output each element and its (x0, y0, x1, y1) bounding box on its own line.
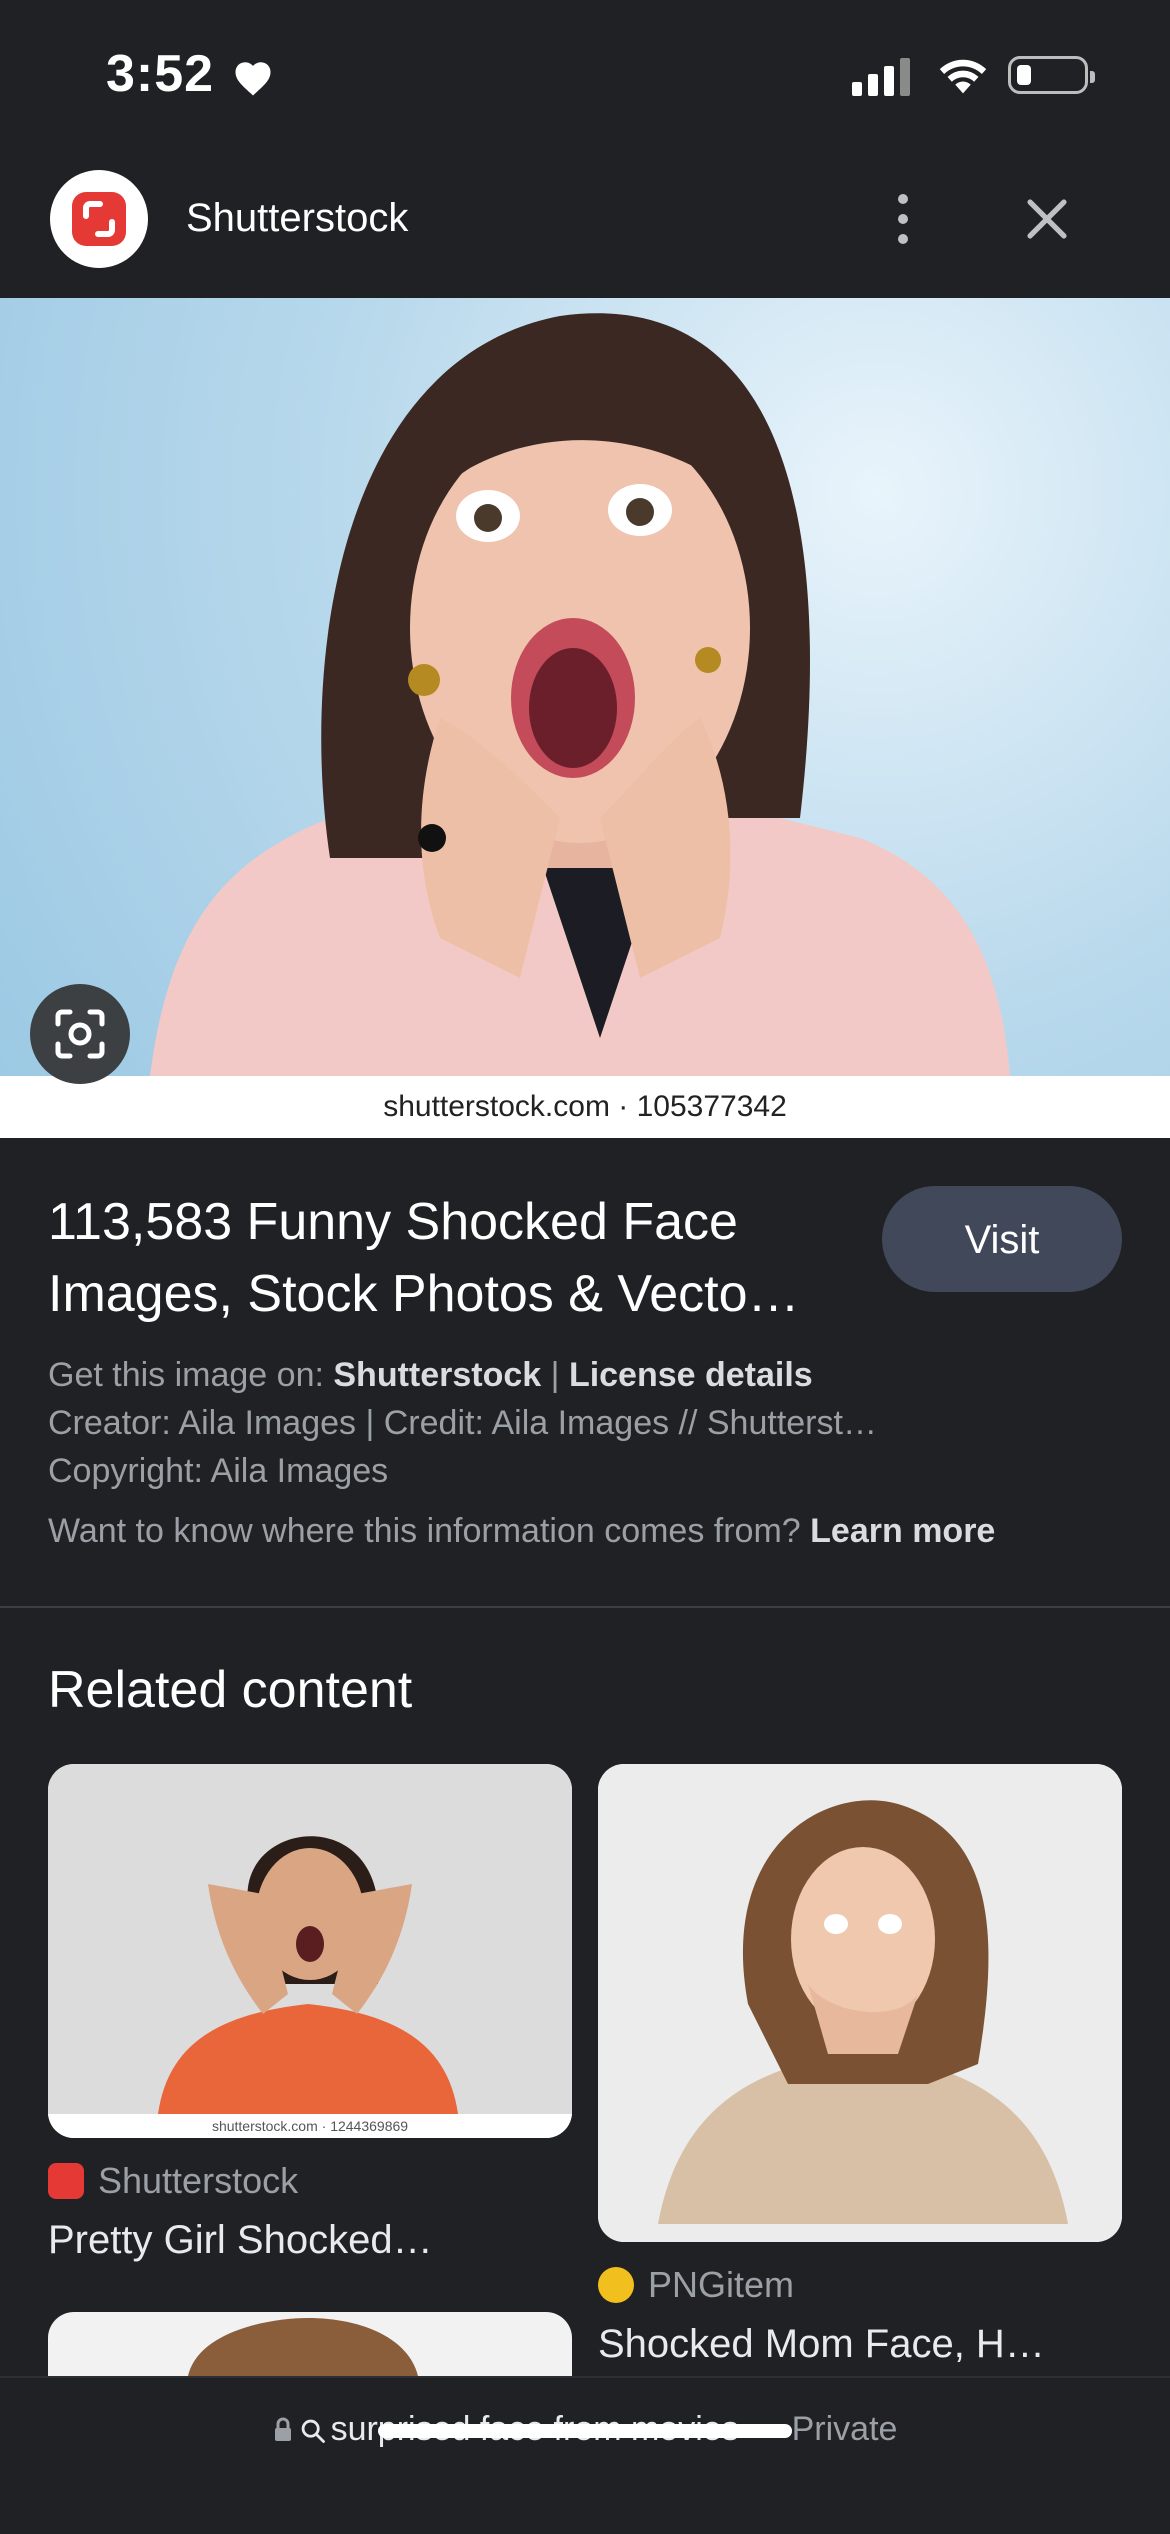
related-content-heading: Related content (48, 1661, 413, 1719)
wifi-icon (939, 59, 987, 94)
creator-line: Creator: Aila Images | Credit: Aila Imag… (48, 1404, 877, 1442)
license-details-link[interactable]: License details (569, 1356, 813, 1394)
related-source-1-label: Shutterstock (98, 2160, 299, 2201)
related-image-3[interactable] (48, 2312, 572, 2376)
separator: | (541, 1356, 569, 1394)
related-image-1-watermark: shutterstock.com · 1244369869 (211, 2118, 409, 2134)
learn-more-link[interactable]: Learn more (810, 1512, 995, 1550)
site-name: Shutterstock (186, 196, 409, 240)
lock-icon (274, 2417, 291, 2441)
visit-button[interactable]: Visit (882, 1186, 1122, 1292)
info-source-line: Want to know where this information come… (48, 1512, 1128, 1551)
related-image-1[interactable]: shutterstock.com · 1244369869 (48, 1764, 572, 2138)
section-divider (0, 1606, 1170, 1608)
bottom-bar (0, 2376, 1170, 2534)
pngitem-icon (598, 2267, 634, 2303)
related-source-1: Shutterstock (48, 2160, 298, 2202)
get-image-source-link[interactable]: Shutterstock (333, 1356, 541, 1394)
related-title-2[interactable]: Shocked Mom Face, H… (598, 2322, 1045, 2367)
search-icon (301, 2419, 325, 2443)
close-icon[interactable] (1018, 190, 1076, 248)
status-time: 3:52 (106, 45, 215, 103)
image-watermark: shutterstock.com · 105377342 (0, 1076, 1170, 1138)
more-options-icon[interactable] (880, 190, 926, 248)
copyright-line: Copyright: Aila Images (48, 1452, 389, 1490)
shutterstock-icon (48, 2163, 84, 2199)
related-image-2[interactable] (598, 1764, 1122, 2242)
google-lens-button[interactable] (30, 984, 130, 1084)
related-source-2: PNGitem (598, 2264, 794, 2306)
related-source-2-label: PNGitem (648, 2264, 795, 2305)
get-image-line: Get this image on: Shutterstock | Licens… (48, 1356, 1128, 1395)
shutterstock-logo-icon (50, 170, 148, 268)
lens-icon (55, 1009, 105, 1059)
heart-icon (235, 62, 271, 96)
battery-icon (1008, 56, 1095, 94)
result-title-line1: 113,583 Funny Shocked Face (48, 1193, 738, 1251)
get-image-prefix: Get this image on: (48, 1356, 334, 1394)
related-title-1[interactable]: Pretty Girl Shocked… (48, 2218, 433, 2263)
cellular-signal-icon (852, 56, 910, 96)
home-indicator[interactable] (378, 2424, 792, 2438)
shocked-woman-photo (0, 298, 1170, 1076)
preview-image[interactable]: shutterstock.com · 105377342 (0, 298, 1170, 1138)
result-title-line2: Images, Stock Photos & Vecto… (48, 1265, 800, 1323)
info-question: Want to know where this information come… (48, 1512, 811, 1550)
result-title[interactable]: 113,583 Funny Shocked Face Images, Stock… (48, 1186, 868, 1330)
